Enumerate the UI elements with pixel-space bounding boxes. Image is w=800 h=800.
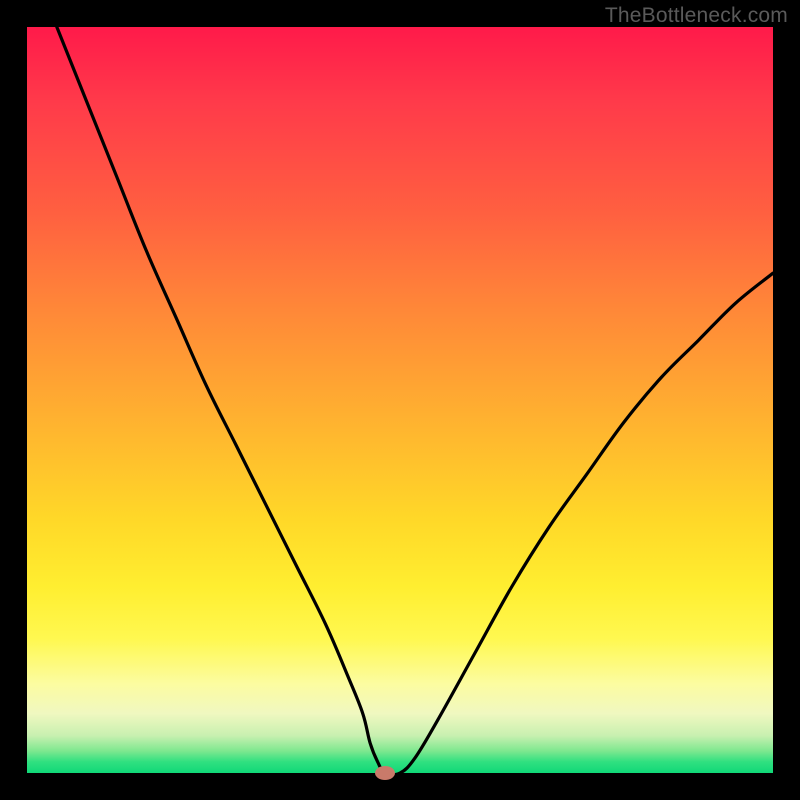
watermark-text: TheBottleneck.com <box>605 4 788 28</box>
chart-svg <box>27 27 773 773</box>
plot-area <box>27 27 773 773</box>
optimal-point-marker <box>375 766 395 780</box>
bottleneck-curve <box>57 27 773 773</box>
